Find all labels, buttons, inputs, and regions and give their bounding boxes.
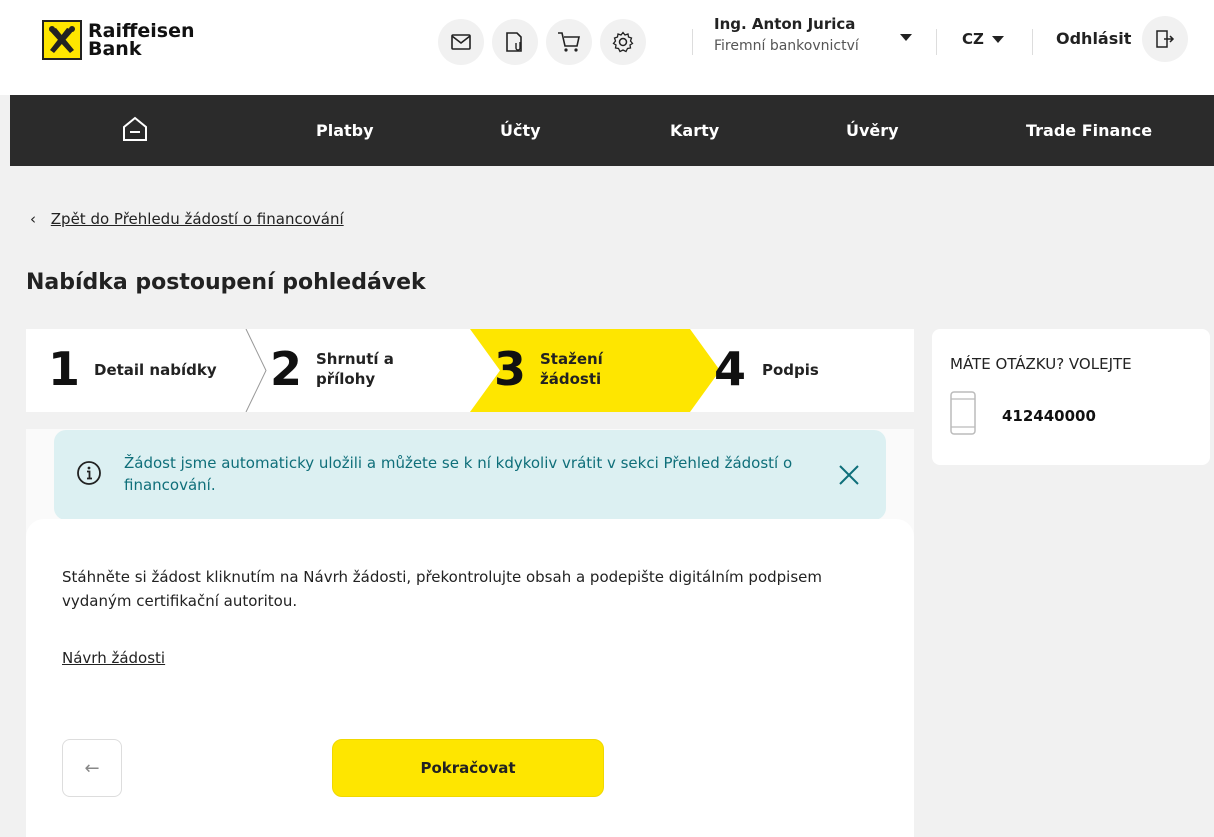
stepper: 1 Detail nabídky 2 Shrnutí a přílohy 3 S… (26, 329, 914, 412)
close-icon[interactable] (838, 464, 860, 486)
language-caret-icon[interactable] (992, 36, 1004, 43)
back-to-overview-link[interactable]: Zpět do Přehledu žádostí o financování (51, 210, 344, 228)
step-3-label[interactable]: Stažení žádosti (540, 349, 620, 389)
help-title: MÁTE OTÁZKU? VOLEJTE (950, 355, 1132, 373)
user-name: Ing. Anton Jurica (714, 15, 856, 33)
step-1-label[interactable]: Detail nabídky (94, 360, 217, 380)
chevron-left-icon: ‹ (30, 210, 36, 228)
logo-text: Raiffeisen Bank (88, 20, 195, 60)
help-phone-number[interactable]: 412440000 (1002, 407, 1096, 425)
document-icon[interactable] (492, 19, 538, 65)
step-2-number: 2 (270, 342, 303, 396)
breadcrumb: ‹ Zpět do Přehledu žádostí o financování (30, 210, 344, 228)
step-1-number: 1 (48, 342, 81, 396)
header-divider (936, 29, 937, 55)
step-2-label[interactable]: Shrnutí a přílohy (316, 349, 416, 389)
nav-item-platby[interactable]: Platby (316, 95, 374, 166)
logout-icon[interactable] (1142, 16, 1188, 62)
header-divider (1032, 29, 1033, 55)
info-banner: Žádost jsme automaticky uložili a můžete… (54, 430, 886, 520)
step-3-number: 3 (494, 342, 527, 396)
help-panel: MÁTE OTÁZKU? VOLEJTE 412440000 (932, 329, 1210, 465)
gear-icon[interactable] (600, 19, 646, 65)
banner-message: Žádost jsme automaticky uložili a můžete… (124, 454, 793, 494)
instruction-text: Stáhněte si žádost kliknutím na Návrh žá… (62, 568, 822, 610)
info-icon (77, 461, 101, 485)
home-icon[interactable] (122, 115, 148, 147)
header-divider (692, 29, 693, 55)
logo-mark-icon (42, 20, 82, 60)
step-4-number: 4 (714, 342, 747, 396)
nav-item-uvery[interactable]: Úvěry (846, 95, 899, 166)
logout-button[interactable]: Odhlásit (1056, 29, 1131, 48)
nav-item-ucty[interactable]: Účty (500, 95, 541, 166)
header-icon-group (438, 19, 646, 65)
nav-item-karty[interactable]: Karty (670, 95, 719, 166)
phone-icon (950, 391, 976, 435)
back-button[interactable]: ← (62, 739, 122, 797)
main-nav: Platby Účty Karty Úvěry Trade Finance (10, 95, 1214, 166)
download-card: Stáhněte si žádost kliknutím na Návrh žá… (26, 519, 914, 837)
user-menu[interactable]: Ing. Anton Jurica Firemní bankovnictví (714, 15, 859, 54)
step-divider (245, 329, 267, 412)
envelope-icon[interactable] (438, 19, 484, 65)
top-header: Raiffeisen Bank Ing. Anton Jurica Firemn… (0, 0, 1214, 95)
page-title: Nabídka postoupení pohledávek (26, 270, 426, 295)
user-dropdown-caret-icon[interactable] (900, 34, 912, 41)
cart-icon[interactable] (546, 19, 592, 65)
raiffeisen-logo[interactable]: Raiffeisen Bank (42, 20, 194, 60)
language-selector[interactable]: CZ (962, 30, 984, 48)
application-draft-link[interactable]: Návrh žádosti (62, 649, 165, 667)
step-4-label[interactable]: Podpis (762, 360, 819, 380)
continue-button[interactable]: Pokračovat (332, 739, 604, 797)
user-role: Firemní bankovnictví (714, 38, 859, 54)
nav-item-trade-finance[interactable]: Trade Finance (1026, 95, 1152, 166)
